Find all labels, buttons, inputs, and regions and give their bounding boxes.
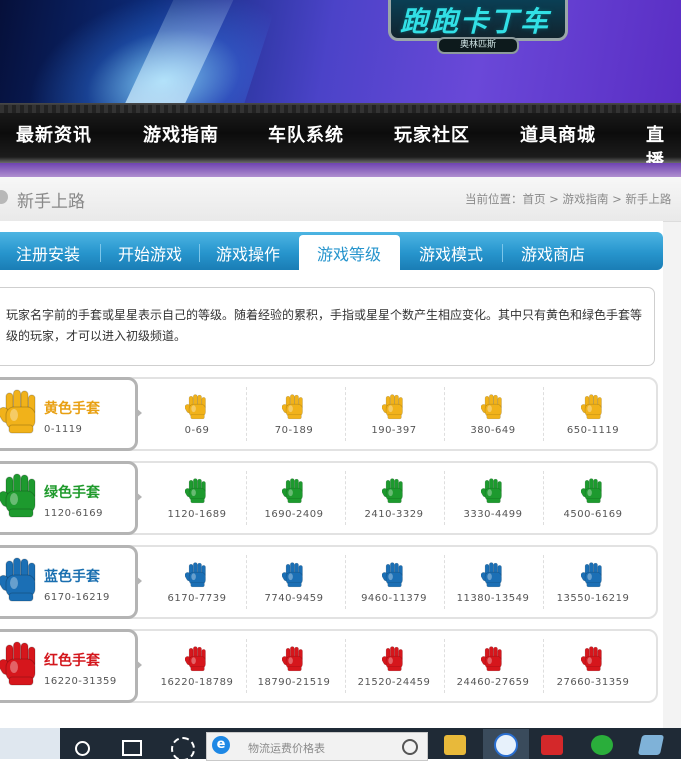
- level-range: 16220-31359: [44, 676, 117, 687]
- cell-divider: [543, 555, 544, 609]
- sublevel-range: 13550-16219: [556, 593, 630, 604]
- logo-text: 跑跑卡丁车: [400, 5, 551, 38]
- nav-item-news[interactable]: 最新资讯: [16, 121, 92, 147]
- sublevel-range: 9460-11379: [361, 593, 427, 604]
- glove-icon: [0, 473, 36, 518]
- level-range: 0-1119: [44, 424, 83, 435]
- glove-icon: [382, 562, 403, 588]
- cell-divider: [543, 387, 544, 441]
- level-name: 红色手套: [44, 653, 100, 669]
- level-name: 黄色手套: [44, 401, 100, 417]
- logo-subtitle: 奥林匹斯: [437, 37, 519, 54]
- intro-text: 玩家名字前的手套或星星表示自己的等级。随着经验的累积，手指或星星个数产生相应变化…: [6, 308, 643, 343]
- glove-icon: [481, 646, 502, 672]
- sublevel-range: 650-1119: [566, 425, 620, 436]
- glove-icon: [185, 478, 206, 504]
- card-arrow-icon: [135, 491, 142, 503]
- glove-icon: [282, 394, 303, 420]
- sublevel-range: 380-649: [470, 425, 516, 436]
- ie-icon[interactable]: e: [212, 736, 230, 754]
- tab-game-modes[interactable]: 游戏模式: [419, 241, 483, 265]
- nav-item-guide[interactable]: 游戏指南: [143, 121, 219, 147]
- glove-icon: [581, 394, 602, 420]
- glove-icon: [581, 646, 602, 672]
- glove-icon: [382, 646, 403, 672]
- sublevel-range: 27660-31359: [556, 677, 630, 688]
- sublevel-range: 70-189: [274, 425, 314, 436]
- tab-register-install[interactable]: 注册安装: [16, 241, 80, 265]
- glove-icon: [185, 646, 206, 672]
- nav-underline-band: [0, 163, 681, 177]
- glove-icon: [0, 389, 36, 434]
- search-icon[interactable]: [402, 739, 418, 755]
- glove-icon: [282, 646, 303, 672]
- sublevel-range: 18790-21519: [257, 677, 331, 688]
- sublevel-range: 1120-1689: [167, 509, 227, 520]
- tab-game-store[interactable]: 游戏商店: [521, 241, 585, 265]
- pinwheel-icon[interactable]: [171, 737, 195, 761]
- section-title: 新手上路: [17, 192, 85, 212]
- sublevel-range: 11380-13549: [456, 593, 530, 604]
- nav-item-shop[interactable]: 道具商城: [520, 121, 596, 147]
- glove-icon: [581, 478, 602, 504]
- glove-icon: [0, 641, 36, 686]
- glove-icon: [581, 562, 602, 588]
- sublevel-range: 3330-4499: [463, 509, 523, 520]
- tab-start-game[interactable]: 开始游戏: [118, 241, 182, 265]
- sublevel-range: 2410-3329: [364, 509, 424, 520]
- breadcrumb[interactable]: 当前位置：首页 > 游戏指南 > 新手上路: [465, 191, 671, 207]
- glove-icon: [382, 394, 403, 420]
- cell-divider: [543, 471, 544, 525]
- glove-icon: [0, 557, 36, 602]
- tab-game-level[interactable]: 游戏等级: [317, 241, 381, 265]
- sublevel-range: 1690-2409: [264, 509, 324, 520]
- cell-divider: [543, 639, 544, 693]
- site-banner: [0, 0, 681, 103]
- nav-item-team[interactable]: 车队系统: [268, 121, 344, 147]
- nav-item-community[interactable]: 玩家社区: [394, 121, 470, 147]
- file-explorer-icon[interactable]: [444, 735, 466, 755]
- tab-divider: [100, 244, 101, 262]
- card-arrow-icon: [135, 575, 142, 587]
- glove-icon: [481, 562, 502, 588]
- level-name: 蓝色手套: [44, 569, 100, 585]
- level-range: 1120-6169: [44, 508, 104, 519]
- wechat-icon[interactable]: [591, 735, 613, 755]
- tab-divider: [502, 244, 503, 262]
- card-arrow-icon: [135, 659, 142, 671]
- sogou-icon[interactable]: [494, 733, 518, 757]
- wps-icon[interactable]: [541, 735, 563, 755]
- cortana-icon[interactable]: [75, 741, 90, 756]
- sublevel-range: 0-69: [184, 425, 210, 436]
- sublevel-range: 7740-9459: [264, 593, 324, 604]
- level-name: 绿色手套: [44, 485, 100, 501]
- sublevel-range: 6170-7739: [167, 593, 227, 604]
- glove-icon: [282, 478, 303, 504]
- glove-icon: [382, 478, 403, 504]
- glove-icon: [185, 394, 206, 420]
- tab-divider: [199, 244, 200, 262]
- level-range: 6170-16219: [44, 592, 110, 603]
- sublevel-range: 4500-6169: [563, 509, 623, 520]
- task-view-icon[interactable]: [122, 740, 142, 756]
- tablet-icon[interactable]: [637, 735, 665, 755]
- sublevel-range: 16220-18789: [160, 677, 234, 688]
- sublevel-range: 21520-24459: [357, 677, 431, 688]
- taskbar-search-input[interactable]: 物流运费价格表: [248, 740, 325, 756]
- glove-icon: [481, 478, 502, 504]
- sublevel-range: 24460-27659: [456, 677, 530, 688]
- card-arrow-icon: [135, 407, 142, 419]
- glove-icon: [282, 562, 303, 588]
- tab-controls[interactable]: 游戏操作: [216, 241, 280, 265]
- glove-icon: [481, 394, 502, 420]
- glove-icon: [185, 562, 206, 588]
- sublevel-range: 190-397: [371, 425, 417, 436]
